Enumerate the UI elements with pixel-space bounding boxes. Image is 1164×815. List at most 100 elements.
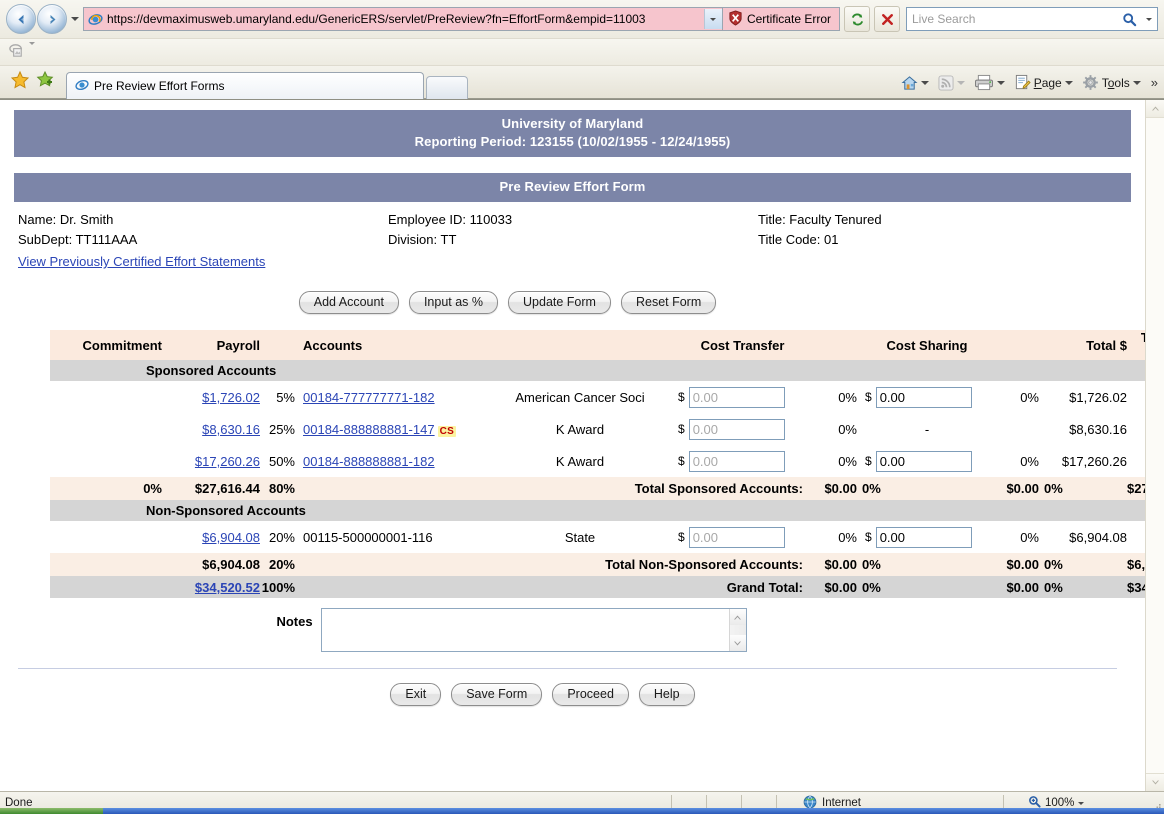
search-box[interactable] <box>906 7 1158 31</box>
payroll-amount-link[interactable]: $17,260.26 <box>195 454 260 469</box>
page-dropdown-icon[interactable] <box>1065 81 1073 85</box>
grand-total-payroll-link[interactable]: $34,520.52 <box>195 580 260 595</box>
search-icon[interactable] <box>1117 12 1141 27</box>
certificate-error-badge[interactable]: Certificate Error <box>723 7 840 31</box>
forward-icon[interactable] <box>37 4 67 34</box>
cell-cost-sharing: - <box>857 413 997 445</box>
section-label: Non-Sponsored Accounts <box>50 503 306 518</box>
header-payroll: Payroll <box>168 330 260 360</box>
dollar-sign: $ <box>678 390 685 404</box>
total-payroll-percent: 80% <box>260 477 300 500</box>
cell-payroll-percent: 20% <box>260 521 300 553</box>
exit-button[interactable]: Exit <box>390 683 441 706</box>
tools-dropdown-icon[interactable] <box>1133 81 1141 85</box>
cost-sharing-input[interactable] <box>876 451 972 472</box>
cost-sharing-input[interactable] <box>876 387 972 408</box>
url-dropdown-icon[interactable] <box>704 9 722 29</box>
notes-box[interactable] <box>321 608 747 652</box>
compatibility-view-icon[interactable] <box>8 42 25 62</box>
notes-scroll-down-icon[interactable] <box>730 635 746 651</box>
print-dropdown-icon[interactable] <box>997 81 1005 85</box>
add-favorite-icon[interactable] <box>36 70 56 93</box>
add-account-button[interactable]: Add Account <box>299 291 399 314</box>
grand-total-cost-transfer-percent: 0% <box>857 576 997 598</box>
cell-description: K Award <box>490 413 670 445</box>
url-text: https://devmaximusweb.umaryland.edu/Gene… <box>107 12 704 26</box>
form-action-buttons: Add Account Input as % Update Form Reset… <box>14 269 1131 330</box>
save-form-button[interactable]: Save Form <box>451 683 542 706</box>
total-label: Total Sponsored Accounts: <box>300 477 815 500</box>
cell-cost-sharing-percent: 0% <box>997 445 1039 477</box>
cost-transfer-input[interactable] <box>689 387 785 408</box>
favorites-star-icon[interactable] <box>10 70 30 93</box>
dollar-sign: $ <box>678 454 685 468</box>
recent-pages-dropdown-icon[interactable] <box>68 5 81 33</box>
cost-transfer-input[interactable] <box>689 527 785 548</box>
payroll-amount-link[interactable]: $8,630.16 <box>202 422 260 437</box>
dollar-sign: $ <box>678 422 685 436</box>
total-commitment-percent: 0% <box>50 477 168 500</box>
cell-payroll-percent: 25% <box>260 413 300 445</box>
tab-title: Pre Review Effort Forms <box>94 79 224 93</box>
update-form-button[interactable]: Update Form <box>508 291 611 314</box>
header-cost-sharing: Cost Sharing <box>857 330 997 360</box>
home-button[interactable] <box>898 73 932 93</box>
taskbar-items[interactable] <box>103 808 1164 814</box>
page-scrollbar[interactable] <box>1145 100 1164 791</box>
grand-total-cost-sharing-percent: 0% <box>1039 576 1127 598</box>
cell-commitment <box>50 445 168 477</box>
cell-cost-sharing-percent <box>997 413 1039 445</box>
page-menu-button[interactable]: Page <box>1011 72 1076 93</box>
cell-account: 00184-777777771-182 <box>300 381 490 413</box>
feeds-button[interactable] <box>935 73 968 93</box>
tab-pre-review-effort-forms[interactable]: Pre Review Effort Forms <box>66 72 424 99</box>
new-tab-button[interactable] <box>426 76 468 99</box>
input-as-percent-button[interactable]: Input as % <box>409 291 498 314</box>
zoom-dropdown-icon[interactable] <box>1078 802 1084 805</box>
payroll-amount-link[interactable]: $1,726.02 <box>202 390 260 405</box>
cost-transfer-input[interactable] <box>689 419 785 440</box>
institution-header: University of Maryland Reporting Period:… <box>14 110 1131 157</box>
compatibility-dropdown-icon[interactable] <box>29 45 35 60</box>
toolbar-overflow-icon[interactable]: » <box>1147 75 1158 90</box>
page-menu-label: Page <box>1034 76 1062 90</box>
reset-form-button[interactable]: Reset Form <box>621 291 716 314</box>
tools-menu-button[interactable]: Tools <box>1079 72 1144 93</box>
view-previously-certified-link[interactable]: View Previously Certified Effort Stateme… <box>18 254 265 269</box>
notes-row: Notes <box>14 598 1131 652</box>
search-provider-dropdown-icon[interactable] <box>1141 18 1157 21</box>
print-button[interactable] <box>971 72 1008 93</box>
help-button[interactable]: Help <box>639 683 695 706</box>
feeds-dropdown-icon[interactable] <box>957 81 965 85</box>
cost-sharing-input[interactable] <box>876 527 972 548</box>
dollar-sign: $ <box>865 454 872 468</box>
certificate-error-label: Certificate Error <box>747 12 831 26</box>
dollar-sign: $ <box>865 390 872 404</box>
total-label: Total Non-Sponsored Accounts: <box>300 553 815 576</box>
home-dropdown-icon[interactable] <box>921 81 929 85</box>
payroll-amount-link[interactable]: $6,904.08 <box>202 530 260 545</box>
page-scroll-down-icon[interactable] <box>1146 773 1164 791</box>
cost-transfer-input[interactable] <box>689 451 785 472</box>
employee-subdept: SubDept: TT111AAA <box>18 232 388 247</box>
taskbar <box>0 808 1164 814</box>
refresh-button[interactable] <box>844 6 870 32</box>
search-input[interactable] <box>907 9 1117 29</box>
stop-button[interactable] <box>874 6 900 32</box>
page-scroll-up-icon[interactable] <box>1146 100 1164 118</box>
cell-cost-transfer: $ <box>670 445 815 477</box>
account-link[interactable]: 00184-888888881-182 <box>303 454 435 469</box>
cell-total-dollar: $6,904.08 <box>1039 521 1127 553</box>
table-row: $1,726.025%00184-777777771-182American C… <box>50 381 1145 413</box>
notes-scroll-up-icon[interactable] <box>730 609 746 625</box>
taskbar-start[interactable] <box>0 808 103 814</box>
back-icon[interactable] <box>6 4 36 34</box>
notes-scrollbar[interactable] <box>729 609 746 651</box>
proceed-button[interactable]: Proceed <box>552 683 629 706</box>
cell-total-percent: 20% <box>1127 521 1145 553</box>
cell-description: American Cancer Soci <box>490 381 670 413</box>
account-link[interactable]: 00184-777777771-182 <box>303 390 435 405</box>
account-link[interactable]: 00184-888888881-147 <box>303 422 435 437</box>
url-bar[interactable]: https://devmaximusweb.umaryland.edu/Gene… <box>83 7 723 31</box>
notes-input[interactable] <box>322 609 729 651</box>
